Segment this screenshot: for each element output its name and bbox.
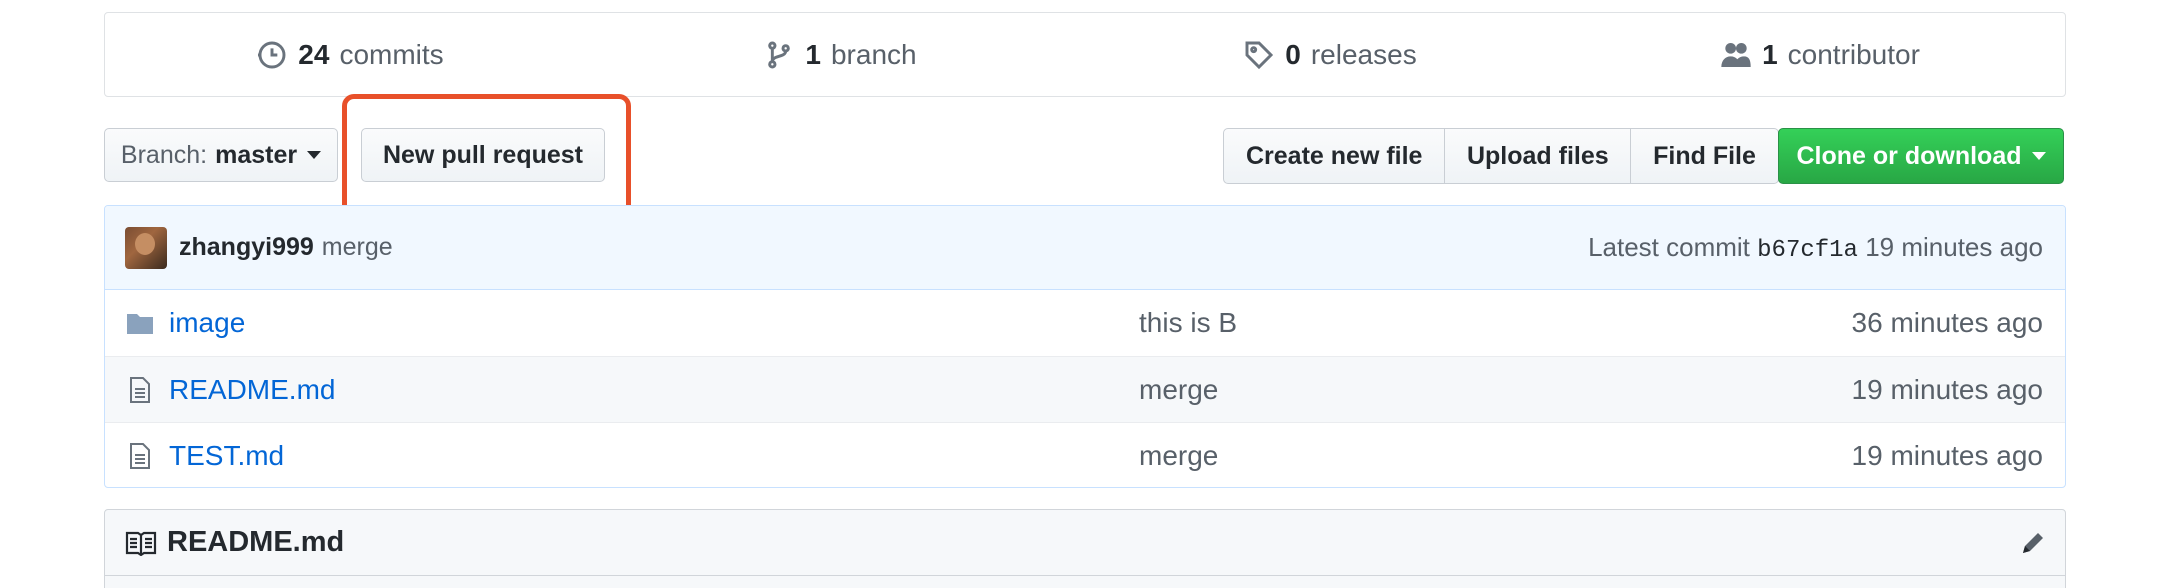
file-actions-group: Create new file Upload files Find File xyxy=(1223,128,1779,184)
commit-message[interactable]: merge xyxy=(322,233,393,262)
contributors-label: contributor xyxy=(1787,38,1920,70)
table-row: TEST.md merge 19 minutes ago xyxy=(105,422,2065,487)
pencil-icon[interactable] xyxy=(2019,529,2047,557)
create-new-file-button[interactable]: Create new file xyxy=(1223,128,1446,184)
file-commit-message[interactable]: merge xyxy=(1139,440,1852,472)
contributors-link[interactable]: 1 contributor xyxy=(1575,39,2065,71)
people-icon xyxy=(1721,42,1751,67)
find-file-button[interactable]: Find File xyxy=(1630,128,1779,184)
readme-panel: README.md xyxy=(104,509,2066,588)
file-age: 36 minutes ago xyxy=(1851,307,2043,338)
contributors-count: 1 xyxy=(1762,38,1778,70)
commits-label: commits xyxy=(339,38,444,70)
caret-down-icon xyxy=(2031,152,2046,160)
commits-link[interactable]: 24 commits xyxy=(105,39,595,71)
table-row: image this is B 36 minutes ago xyxy=(105,290,2065,356)
file-name-link[interactable]: image xyxy=(169,307,1139,339)
file-icon xyxy=(125,376,155,404)
file-icon xyxy=(125,442,155,470)
commit-age: 19 minutes ago xyxy=(1865,231,2043,262)
file-name-link[interactable]: README.md xyxy=(169,374,1139,406)
clone-or-download-button[interactable]: Clone or download xyxy=(1778,128,2064,184)
table-row: README.md merge 19 minutes ago xyxy=(105,356,2065,422)
commits-count: 24 xyxy=(298,38,330,70)
file-table: zhangyi999 merge Latest commit b67cf1a 1… xyxy=(104,205,2066,488)
upload-files-button[interactable]: Upload files xyxy=(1443,128,1632,184)
clone-label: Clone or download xyxy=(1796,141,2022,170)
file-commit-message[interactable]: this is B xyxy=(1139,307,1852,339)
tag-icon xyxy=(1245,41,1274,69)
book-icon xyxy=(125,531,157,556)
releases-link[interactable]: 0 releases xyxy=(1085,39,1575,71)
branch-name: master xyxy=(215,140,298,169)
latest-commit-info: Latest commit b67cf1a 19 minutes ago xyxy=(1588,232,2043,264)
repo-stats-bar: 24 commits 1 branch 0 releases 1 contrib… xyxy=(104,12,2066,97)
file-name-link[interactable]: TEST.md xyxy=(169,440,1139,472)
branches-link[interactable]: 1 branch xyxy=(595,39,1085,71)
file-age: 19 minutes ago xyxy=(1851,439,2043,471)
releases-label: releases xyxy=(1310,38,1417,70)
file-age: 19 minutes ago xyxy=(1851,373,2043,405)
releases-count: 0 xyxy=(1285,38,1301,70)
folder-icon xyxy=(125,311,155,335)
readme-header: README.md xyxy=(105,510,2065,576)
avatar[interactable] xyxy=(125,226,167,269)
latest-commit-bar: zhangyi999 merge Latest commit b67cf1a 1… xyxy=(105,206,2065,290)
branches-count: 1 xyxy=(805,38,821,70)
branches-label: branch xyxy=(830,38,917,70)
caret-down-icon xyxy=(307,151,322,159)
branch-select-button[interactable]: Branch: master xyxy=(104,128,338,182)
commit-author[interactable]: zhangyi999 xyxy=(179,233,314,262)
history-icon xyxy=(258,41,286,68)
commit-sha[interactable]: b67cf1a xyxy=(1757,237,1858,264)
branch-prefix: Branch: xyxy=(120,140,208,169)
file-commit-message[interactable]: merge xyxy=(1139,374,1852,406)
highlight-box xyxy=(342,94,631,220)
readme-title: README.md xyxy=(167,526,345,558)
git-branch-icon xyxy=(768,41,791,68)
latest-commit-prefix: Latest commit xyxy=(1588,231,1750,262)
